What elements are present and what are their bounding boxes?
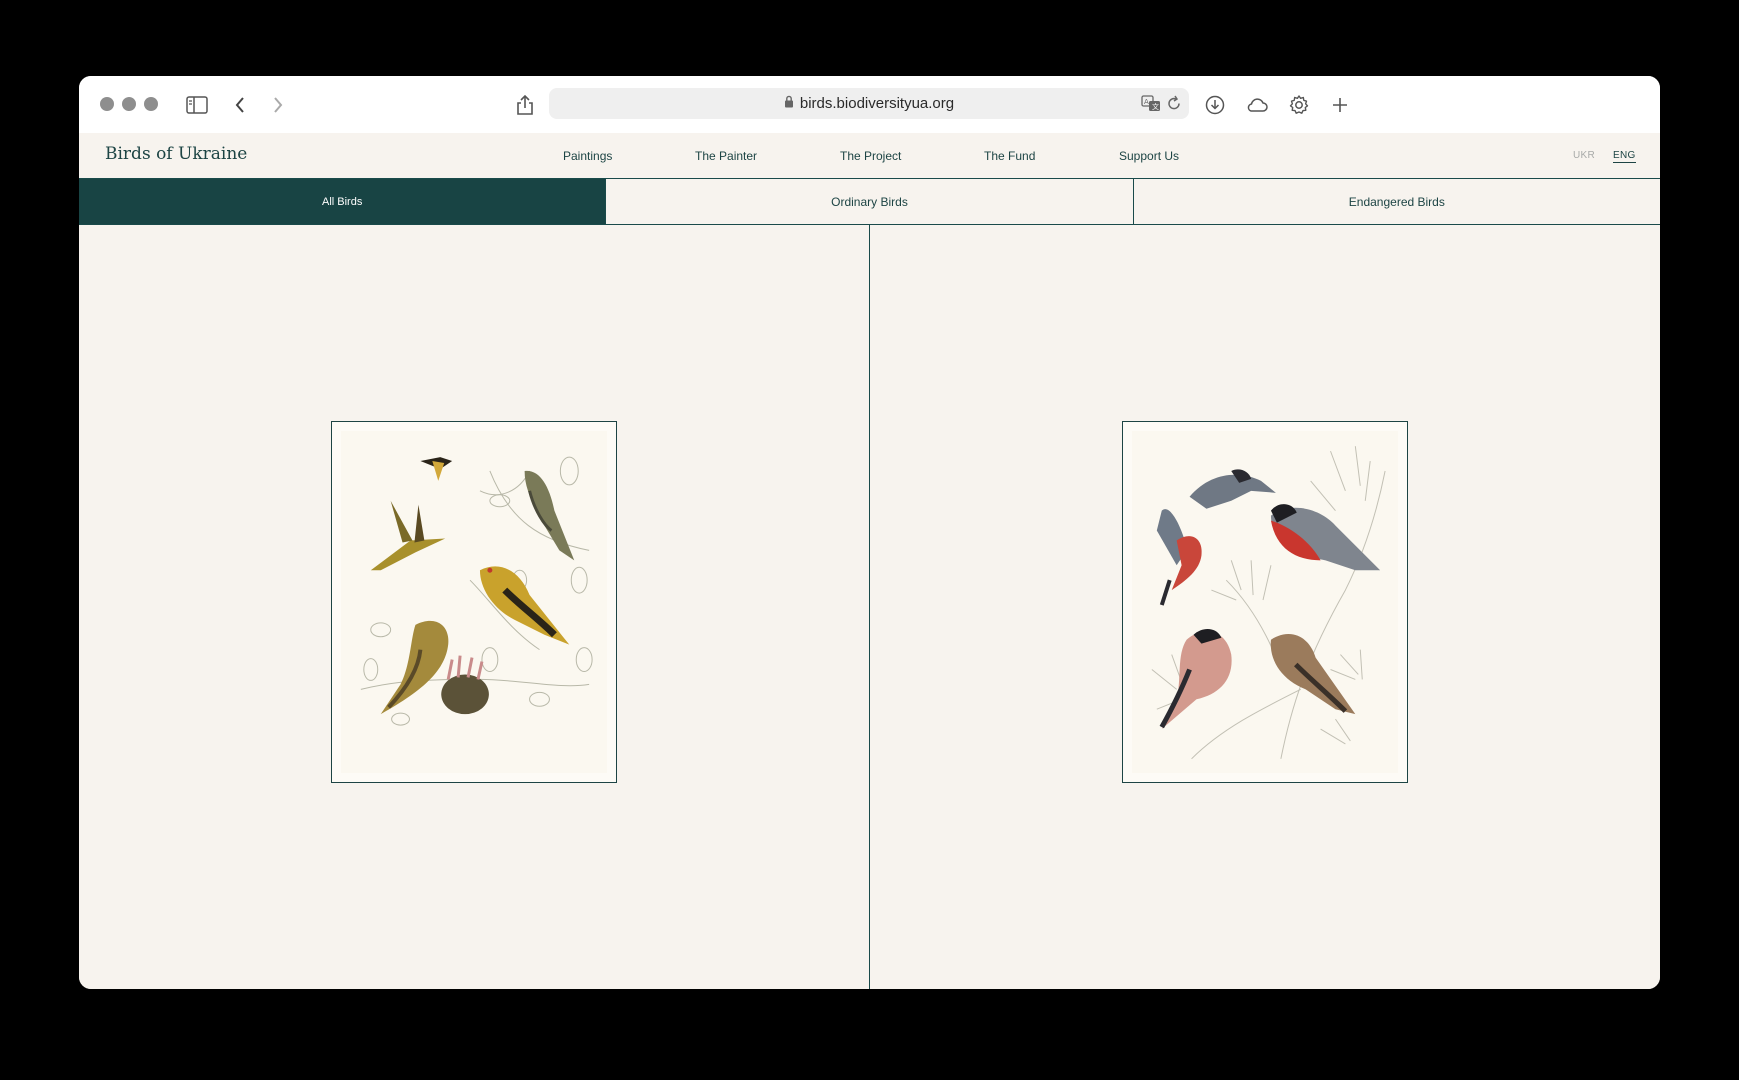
share-icon[interactable] [513,93,537,117]
address-bar[interactable]: birds.biodiversityua.org A文 [549,88,1189,119]
lang-eng-link[interactable]: ENG [1613,150,1636,163]
tab-endangered-birds[interactable]: Endangered Birds [1132,179,1660,224]
tab-all-birds[interactable]: All Birds [79,179,606,224]
gallery-cell [869,225,1660,989]
forward-icon[interactable] [266,93,290,117]
svg-text:A: A [1144,98,1149,106]
lock-icon [784,95,794,113]
main-nav: Paintings The Painter The Project The Fu… [79,149,1660,165]
nav-paintings[interactable]: Paintings [563,149,612,163]
bird-filter-tabs: All Birds Ordinary Birds Endangered Bird… [79,179,1660,225]
lang-ukr-link[interactable]: UKR [1573,150,1595,161]
reload-icon[interactable] [1166,95,1182,117]
site-header: Birds of Ukraine Paintings The Painter T… [79,133,1660,179]
orioles-illustration [360,456,593,726]
browser-window: birds.biodiversityua.org A文 Birds of Ukr… [79,76,1660,989]
gallery-cell [79,225,869,989]
url-text: birds.biodiversityua.org [799,95,955,112]
back-icon[interactable] [228,93,252,117]
download-icon[interactable] [1203,93,1227,117]
painting-bullfinches[interactable] [1122,421,1408,783]
bullfinches-illustration [1151,446,1386,760]
minimize-window-button[interactable] [122,97,136,111]
translate-icon[interactable]: A文 [1141,95,1161,117]
cloud-icon[interactable] [1245,93,1269,117]
nav-the-fund[interactable]: The Fund [984,149,1035,163]
zoom-window-button[interactable] [144,97,158,111]
painting-gallery [79,225,1660,989]
nav-the-painter[interactable]: The Painter [695,149,757,163]
gear-icon[interactable] [1287,93,1311,117]
nav-the-project[interactable]: The Project [840,149,901,163]
nav-support-us[interactable]: Support Us [1119,149,1179,163]
browser-toolbar: birds.biodiversityua.org A文 [79,76,1660,134]
window-controls [100,97,158,111]
sidebar-icon[interactable] [185,93,209,117]
plus-icon[interactable] [1328,93,1352,117]
painting-orioles[interactable] [331,421,617,783]
close-window-button[interactable] [100,97,114,111]
svg-text:文: 文 [1152,102,1159,111]
tab-ordinary-birds[interactable]: Ordinary Birds [605,179,1133,224]
